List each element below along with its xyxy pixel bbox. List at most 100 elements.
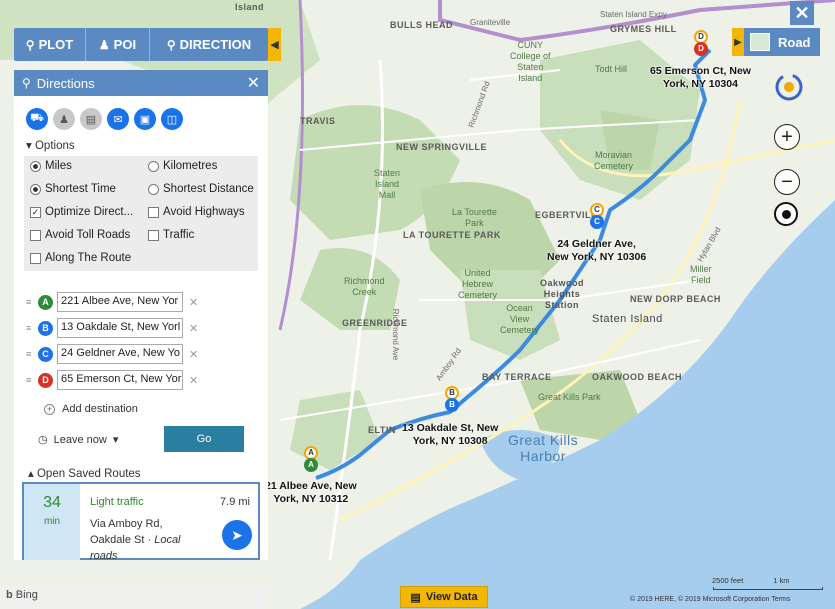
leave-now-dropdown[interactable]: ◷ Leave now ▾ bbox=[38, 433, 118, 447]
waypoint-c-input[interactable]: 24 Geldner Ave, New Yo bbox=[57, 344, 183, 364]
car-icon[interactable]: ⛟ bbox=[26, 108, 48, 130]
waypoint-row-a: ≡ A 221 Albee Ave, New Yor ✕ bbox=[26, 292, 198, 312]
waypoint-d-badge: D bbox=[38, 372, 53, 388]
waypoint-d-input[interactable]: 65 Emerson Ct, New Yor bbox=[57, 370, 183, 390]
map-label-new-springville: NEW SPRINGVILLE bbox=[396, 142, 488, 152]
option-along-route[interactable]: Along The Route bbox=[30, 252, 131, 264]
radio-kilometres[interactable] bbox=[148, 160, 159, 172]
option-avoid-highways-label: Avoid Highways bbox=[163, 206, 245, 218]
zoom-in-button[interactable]: + bbox=[774, 124, 800, 150]
email-icon[interactable]: ✉ bbox=[107, 108, 129, 130]
compass-icon[interactable] bbox=[774, 72, 804, 102]
map-label-richmond-ave: Richmond Ave bbox=[391, 308, 401, 361]
map-label-ocean-view: Ocean View Cemetery bbox=[500, 303, 540, 335]
route-via-note: Local bbox=[154, 534, 181, 546]
navigate-icon[interactable]: ➤ bbox=[222, 520, 252, 550]
options-toggle[interactable]: ▾ Options bbox=[26, 138, 268, 152]
locate-me-button[interactable] bbox=[774, 202, 798, 226]
option-avoid-toll-roads[interactable]: Avoid Toll Roads bbox=[30, 229, 130, 241]
option-along-route-label: Along The Route bbox=[45, 252, 132, 264]
close-panel-icon[interactable]: ✕ bbox=[247, 73, 260, 93]
option-kilometres[interactable]: Kilometres bbox=[148, 160, 217, 172]
remove-waypoint-icon[interactable]: ✕ bbox=[189, 374, 198, 387]
tab-plot[interactable]: ⚲ PLOT bbox=[14, 28, 86, 61]
table-icon: ▤ bbox=[410, 591, 421, 604]
route-traffic: Light traffic bbox=[90, 496, 144, 508]
map-copyright: © 2019 HERE, © 2019 Microsoft Corporatio… bbox=[630, 596, 791, 603]
map-style-road-button[interactable]: Road bbox=[744, 28, 820, 56]
waypoint-a-input[interactable]: 221 Albee Ave, New Yor bbox=[57, 292, 183, 312]
go-button[interactable]: Go bbox=[164, 426, 244, 452]
tab-direction[interactable]: ⚲ DIRECTION bbox=[150, 28, 268, 61]
tab-poi[interactable]: ♟ POI bbox=[86, 28, 150, 61]
waypoint-a-badge: A bbox=[38, 294, 53, 310]
remove-waypoint-icon[interactable]: ✕ bbox=[189, 296, 198, 309]
option-optimize-label: Optimize Direct... bbox=[45, 206, 134, 218]
caret-down-icon: ▾ bbox=[26, 140, 32, 152]
option-optimize-directions[interactable]: ✓ Optimize Direct... bbox=[30, 206, 133, 218]
waypoint-b-badge: B bbox=[38, 320, 53, 336]
map-pin-c[interactable]: C C bbox=[590, 203, 604, 229]
route-via-line3: roads bbox=[90, 550, 118, 560]
map-label-oakwood-heights: Oakwood Heights Station bbox=[540, 278, 585, 310]
drag-handle-icon[interactable]: ≡ bbox=[26, 349, 34, 359]
map-label-united-hebrew: United Hebrew Cemetery bbox=[458, 268, 498, 300]
option-traffic[interactable]: Traffic bbox=[148, 229, 194, 241]
pin-b-blue-marker: B bbox=[445, 398, 459, 412]
map-label-staten-island: Staten Island bbox=[592, 313, 663, 325]
checkbox-optimize-directions[interactable]: ✓ bbox=[30, 206, 41, 218]
checkbox-avoid-highways[interactable] bbox=[148, 206, 159, 218]
drag-handle-icon[interactable]: ≡ bbox=[26, 375, 34, 385]
map-pin-a-label: 21 Albee Ave, New York, NY 10312 bbox=[265, 480, 357, 505]
map-label-travis: TRAVIS bbox=[300, 116, 336, 126]
option-avoid-highways[interactable]: Avoid Highways bbox=[148, 206, 245, 218]
pin-c-blue-marker: C bbox=[590, 215, 604, 229]
remove-waypoint-icon[interactable]: ✕ bbox=[189, 322, 198, 335]
option-shortest-distance[interactable]: Shortest Distance bbox=[148, 183, 254, 195]
option-miles[interactable]: Miles bbox=[30, 160, 72, 172]
walk-icon[interactable]: ♟ bbox=[53, 108, 75, 130]
waypoint-b-input[interactable]: 13 Oakdale St, New Yorl bbox=[57, 318, 183, 338]
route-via-line1: Via Amboy Rd, bbox=[90, 518, 163, 530]
plot-pin-icon: ⚲ bbox=[25, 37, 35, 52]
collapse-panel-button[interactable]: ◀ bbox=[268, 28, 281, 61]
map-label-bulls-head: BULLS HEAD bbox=[390, 20, 453, 30]
waypoint-row-b: ≡ B 13 Oakdale St, New Yorl ✕ bbox=[26, 318, 198, 338]
add-destination-label: Add destination bbox=[62, 403, 138, 415]
remove-waypoint-icon[interactable]: ✕ bbox=[189, 348, 198, 361]
checkbox-along-route[interactable] bbox=[30, 252, 41, 264]
option-shortest-time[interactable]: Shortest Time bbox=[30, 183, 116, 195]
checkbox-avoid-toll-roads[interactable] bbox=[30, 229, 41, 241]
map-label-graniteville: Graniteville bbox=[470, 18, 511, 27]
locate-dot-icon bbox=[781, 209, 791, 219]
scale-bar bbox=[713, 587, 823, 590]
drag-handle-icon[interactable]: ≡ bbox=[26, 297, 34, 307]
view-data-button[interactable]: ▤ View Data bbox=[400, 586, 488, 608]
transit-icon[interactable]: ▤ bbox=[80, 108, 102, 130]
tab-poi-label: POI bbox=[113, 37, 137, 52]
route-summary-card[interactable]: 34 min Light traffic 7.9 mi Via Amboy Rd… bbox=[22, 482, 260, 560]
poi-person-icon: ♟ bbox=[98, 37, 110, 52]
bing-label: Bing bbox=[15, 589, 38, 601]
checkbox-traffic[interactable] bbox=[148, 229, 159, 241]
map-pin-a[interactable]: A A bbox=[304, 446, 318, 472]
add-destination-button[interactable]: + Add destination bbox=[44, 403, 138, 415]
trash-icon[interactable]: ◫ bbox=[161, 108, 183, 130]
radio-miles[interactable] bbox=[30, 160, 41, 172]
directions-icon: ⚲ bbox=[22, 76, 31, 90]
radio-shortest-time[interactable] bbox=[30, 183, 41, 195]
map-label-la-tourette-park-caps: LA TOURETTE PARK bbox=[403, 230, 501, 240]
map-pin-b-label: 13 Oakdale St, New York, NY 10308 bbox=[402, 422, 499, 447]
map-pin-b[interactable]: B B bbox=[445, 386, 459, 412]
save-icon[interactable]: ▣ bbox=[134, 108, 156, 130]
radio-shortest-distance[interactable] bbox=[148, 183, 159, 195]
options-box: Miles Kilometres Shortest Time Shortest … bbox=[24, 156, 258, 271]
map-pin-d[interactable]: D D bbox=[694, 30, 708, 56]
collapse-style-button[interactable]: ▶ bbox=[732, 28, 744, 56]
drag-handle-icon[interactable]: ≡ bbox=[26, 323, 34, 333]
zoom-out-button[interactable]: − bbox=[774, 169, 800, 195]
tab-direction-label: DIRECTION bbox=[179, 37, 252, 52]
open-saved-routes-toggle[interactable]: ▴ Open Saved Routes bbox=[28, 466, 141, 480]
close-map-icon[interactable]: ✕ bbox=[790, 1, 814, 25]
map-label-moravian: Moravian Cemetery bbox=[594, 150, 634, 171]
